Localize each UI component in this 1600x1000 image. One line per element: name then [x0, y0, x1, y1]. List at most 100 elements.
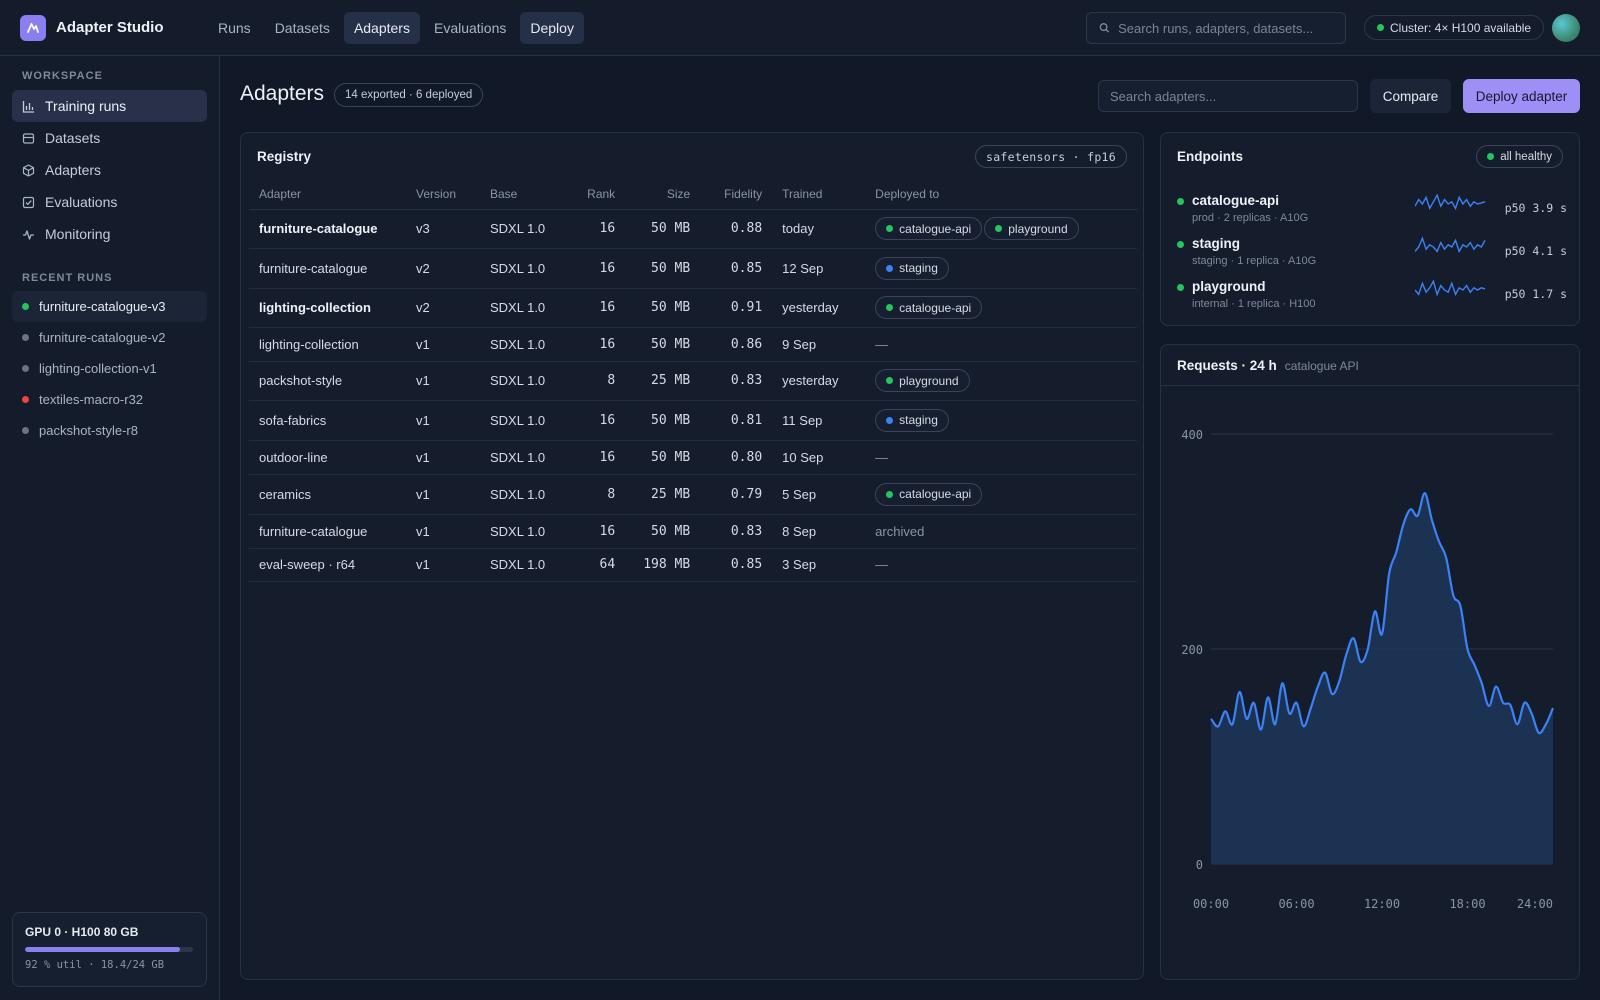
gpu-status-card: GPU 0 · H100 80 GB 92 % util · 18.4/24 G…: [12, 912, 207, 987]
column-header-deployed-to[interactable]: Deployed to: [865, 179, 1137, 210]
cell-fidelity: 0.85: [700, 248, 773, 289]
deploy-adapter-button[interactable]: Deploy adapter: [1463, 79, 1580, 113]
adapter-search-input[interactable]: [1110, 88, 1357, 104]
requests-chart: 0 200 400 00:00 06:00 12:00 18:00 24:00: [1181, 428, 1555, 911]
column-header-rank[interactable]: Rank: [555, 179, 626, 210]
x-tick-label: 24:00: [1517, 897, 1553, 911]
user-avatar[interactable]: [1552, 14, 1580, 42]
table-row[interactable]: lighting-collection v1 SDXL 1.0 16 50 MB 0.86…: [249, 327, 1137, 362]
latency-sparkline: [1415, 193, 1486, 211]
cell-size: 25 MB: [625, 361, 701, 401]
cell-base: SDXL 1.0: [480, 248, 556, 289]
sidebar-item-monitoring[interactable]: Monitoring: [12, 218, 207, 250]
adapter-search[interactable]: [1098, 80, 1358, 112]
recent-run-item[interactable]: packshot-style-r8: [12, 415, 207, 446]
cell-fidelity: 0.88: [700, 209, 773, 249]
nav-adapters[interactable]: Adapters: [343, 11, 420, 44]
cell-deployed-to: —: [865, 548, 1137, 582]
endpoint-status-dot: [1177, 241, 1184, 248]
sidebar-item-label: Training runs: [45, 98, 127, 114]
cell-trained: 5 Sep: [772, 474, 866, 515]
health-dot: [1487, 153, 1495, 160]
run-status-dot: [22, 396, 29, 403]
deployment-target-label: playground: [1008, 221, 1068, 236]
nav-deploy[interactable]: Deploy: [520, 11, 584, 44]
sidebar: WORKSPACE Training runs Datasets Adapter…: [0, 56, 220, 1000]
y-tick-label: 200: [1181, 643, 1203, 657]
deployment-chip[interactable]: playground: [984, 217, 1079, 240]
run-status-dot: [22, 365, 29, 372]
registry-table: Adapter Version Base Rank Size Fidelity …: [249, 179, 1137, 582]
x-tick-label: 18:00: [1449, 897, 1485, 911]
cell-size: 50 MB: [625, 327, 701, 362]
deployment-chip[interactable]: catalogue-api: [875, 217, 983, 240]
cell-version: v1: [406, 474, 480, 515]
table-row[interactable]: furniture-catalogue v1 SDXL 1.0 16 50 MB 0.83…: [249, 514, 1137, 549]
nav-datasets[interactable]: Datasets: [265, 12, 340, 44]
recent-run-item[interactable]: textiles-macro-r32: [12, 384, 207, 415]
recent-run-item[interactable]: furniture-catalogue-v3: [12, 291, 207, 322]
cell-adapter: eval-sweep · r64: [249, 548, 406, 582]
cell-size: 198 MB: [625, 548, 701, 582]
global-search[interactable]: [1086, 12, 1346, 44]
cell-adapter: packshot-style: [249, 361, 406, 401]
table-row[interactable]: lighting-collection v2 SDXL 1.0 16 50 MB 0.91…: [249, 288, 1137, 328]
deployment-chip[interactable]: staging: [875, 256, 949, 280]
top-nav: Runs Datasets Adapters Evaluations Deplo…: [208, 11, 584, 44]
endpoint-row[interactable]: playground internal · 1 replica · H100 p50…: [1177, 279, 1567, 319]
recent-run-item[interactable]: lighting-collection-v1: [12, 353, 207, 384]
column-header-version[interactable]: Version: [406, 179, 480, 210]
cell-adapter: lighting-collection: [249, 327, 406, 362]
cell-trained: 3 Sep: [772, 548, 866, 582]
latency-sparkline: [1415, 279, 1486, 297]
deployment-chip[interactable]: catalogue-api: [875, 482, 983, 506]
deployment-status-dot: [886, 225, 894, 232]
cell-rank: 16: [555, 440, 626, 475]
sidebar-item-adapters[interactable]: Adapters: [12, 154, 207, 186]
endpoint-p50: p50 3.9 s: [1504, 201, 1567, 215]
table-row[interactable]: furniture-catalogue v3 SDXL 1.0 16 50 MB 0.88…: [249, 209, 1137, 249]
table-row[interactable]: sofa-fabrics v1 SDXL 1.0 16 50 MB 0.81 11 Sep s…: [249, 400, 1137, 441]
cell-base: SDXL 1.0: [480, 400, 556, 441]
column-header-size[interactable]: Size: [625, 179, 701, 210]
cell-trained: 12 Sep: [772, 248, 866, 289]
sidebar-item-evaluations[interactable]: Evaluations: [12, 186, 207, 218]
endpoint-row[interactable]: catalogue-api prod · 2 replicas · A10G p50…: [1177, 193, 1567, 233]
sidebar-item-label: Adapters: [45, 162, 102, 178]
endpoint-row[interactable]: staging staging · 1 replica · A10G p50 4.1…: [1177, 236, 1567, 276]
column-header-fidelity[interactable]: Fidelity: [700, 179, 773, 210]
column-header-trained[interactable]: Trained: [772, 179, 866, 210]
column-header-base[interactable]: Base: [480, 179, 556, 210]
global-search-input[interactable]: [1118, 20, 1345, 36]
requests-panel: Requests · 24 h catalogue API 0 200 400 00:…: [1160, 344, 1580, 980]
deployment-status-dot: [995, 225, 1003, 232]
cluster-status[interactable]: Cluster: 4× H100 available: [1364, 15, 1545, 40]
sidebar-item-training-runs[interactable]: Training runs: [12, 90, 207, 122]
deployment-chip[interactable]: catalogue-api: [875, 296, 983, 319]
cell-rank: 16: [555, 248, 626, 289]
brand[interactable]: Adapter Studio: [20, 14, 180, 41]
table-row[interactable]: furniture-catalogue v2 SDXL 1.0 16 50 MB 0.85…: [249, 248, 1137, 289]
cell-base: SDXL 1.0: [480, 440, 556, 475]
cell-fidelity: 0.83: [700, 514, 773, 549]
cell-deployed-to: catalogue-api: [865, 288, 1137, 328]
cell-base: SDXL 1.0: [480, 327, 556, 362]
deployment-chip[interactable]: staging: [875, 408, 949, 432]
recent-run-name: lighting-collection-v1: [39, 361, 157, 376]
table-row[interactable]: eval-sweep · r64 v1 SDXL 1.0 64 198 MB 0.85 3 …: [249, 548, 1137, 582]
recent-run-item[interactable]: furniture-catalogue-v2: [12, 322, 207, 353]
compare-button[interactable]: Compare: [1370, 79, 1451, 113]
deployment-chip[interactable]: playground: [875, 369, 970, 392]
cell-rank: 64: [555, 548, 626, 582]
nav-evaluations[interactable]: Evaluations: [424, 12, 516, 44]
cell-size: 50 MB: [625, 514, 701, 549]
nav-runs[interactable]: Runs: [208, 12, 261, 44]
health-label: all healthy: [1500, 150, 1552, 163]
table-row[interactable]: packshot-style v1 SDXL 1.0 8 25 MB 0.83 yester…: [249, 361, 1137, 401]
y-tick-label: 400: [1181, 428, 1203, 442]
sidebar-item-datasets[interactable]: Datasets: [12, 122, 207, 154]
table-row[interactable]: ceramics v1 SDXL 1.0 8 25 MB 0.79 5 Sep catalog…: [249, 474, 1137, 515]
column-header-adapter[interactable]: Adapter: [249, 179, 406, 210]
table-row[interactable]: outdoor-line v1 SDXL 1.0 16 50 MB 0.80 10 Sep —: [249, 440, 1137, 475]
endpoint-name: catalogue-api: [1192, 193, 1280, 208]
